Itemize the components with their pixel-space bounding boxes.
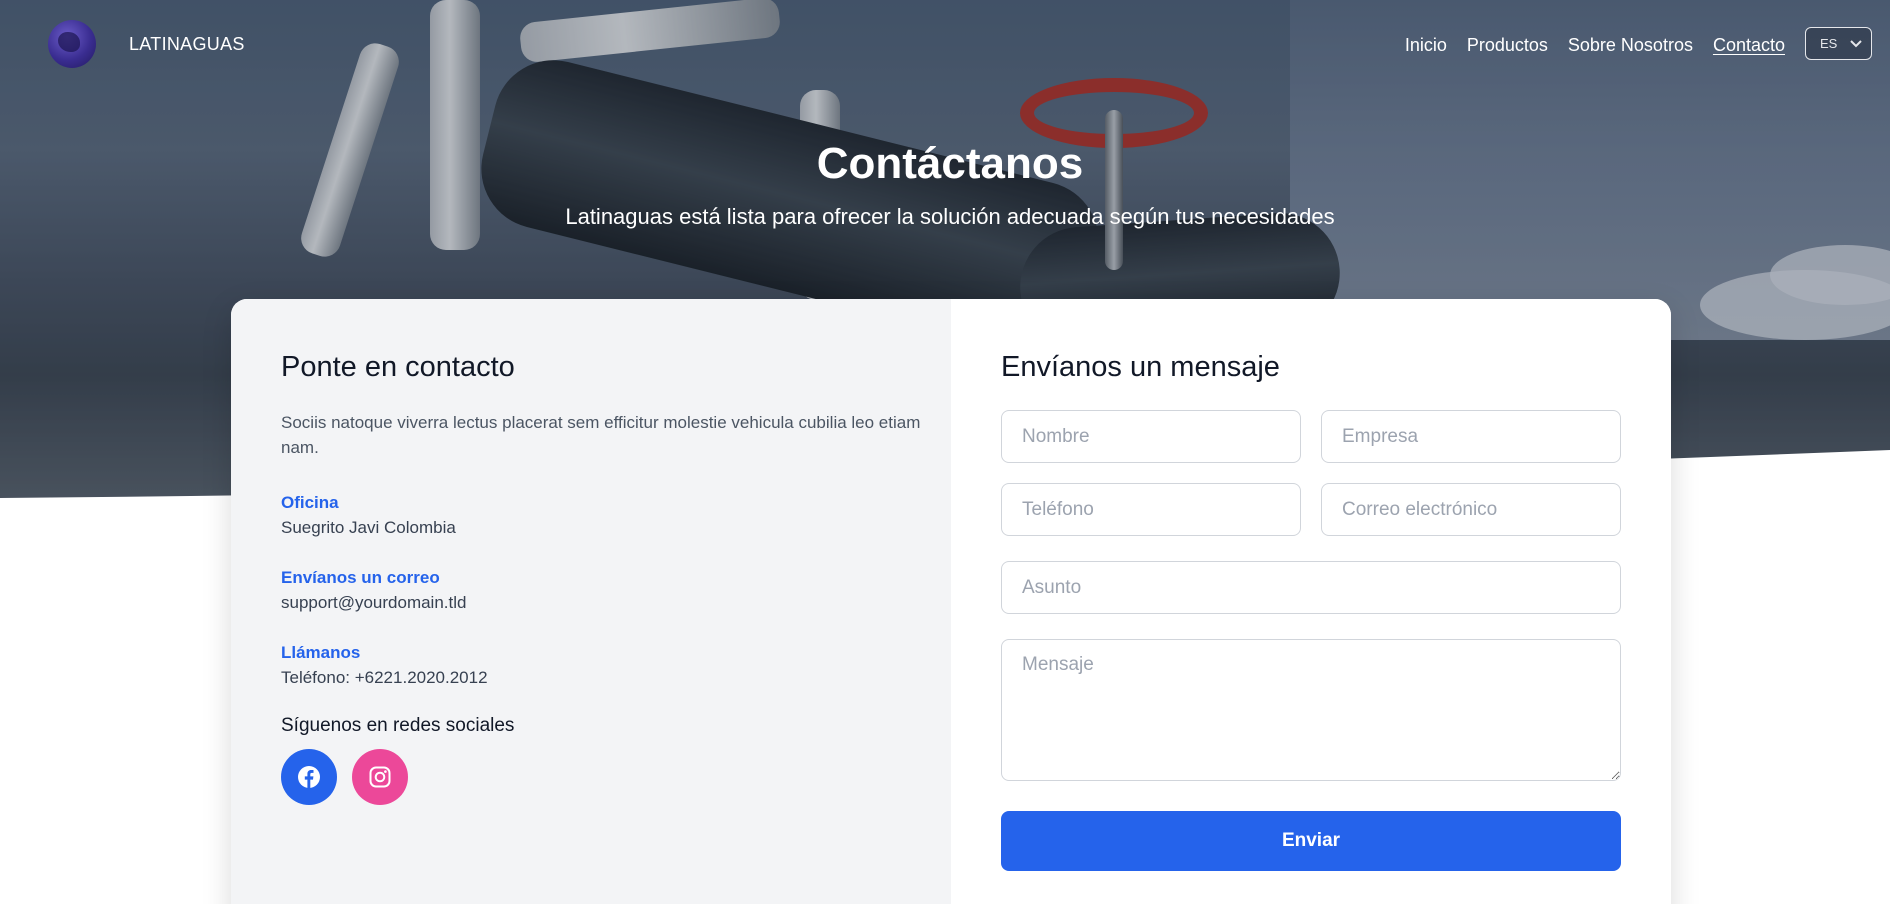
- contact-form-panel: Envíanos un mensaje Enviar: [951, 299, 1671, 904]
- email-input[interactable]: [1321, 483, 1621, 536]
- nav-link-inicio[interactable]: Inicio: [1405, 35, 1447, 56]
- phone-label: Llámanos: [281, 643, 361, 662]
- contact-card: Ponte en contacto Sociis natoque viverra…: [231, 299, 1671, 904]
- nav-link-sobre-nosotros[interactable]: Sobre Nosotros: [1568, 35, 1693, 56]
- page-title: Contáctanos: [816, 139, 1084, 188]
- nav-link-productos[interactable]: Productos: [1467, 35, 1548, 56]
- instagram-button[interactable]: [352, 749, 408, 805]
- nav-link-contacto[interactable]: Contacto: [1713, 35, 1785, 56]
- language-select[interactable]: ES: [1805, 27, 1872, 60]
- facebook-icon: [298, 766, 320, 788]
- email-value[interactable]: support@yourdomain.tld: [281, 590, 901, 615]
- contact-info-intro: Sociis natoque viverra lectus placerat s…: [281, 413, 921, 457]
- phone-value[interactable]: Teléfono: +6221.2020.2012: [281, 665, 901, 690]
- office-label: Oficina: [281, 493, 339, 512]
- send-button[interactable]: Enviar: [1001, 811, 1621, 871]
- chevron-down-icon: [1850, 40, 1862, 48]
- form-title: Envíanos un mensaje: [1001, 351, 1280, 383]
- phone-input[interactable]: [1001, 483, 1301, 536]
- nav-links: Inicio Productos Sobre Nosotros Contacto: [1405, 35, 1785, 56]
- form-row: [1001, 410, 1621, 463]
- social-links: [281, 749, 901, 805]
- language-select-value: ES: [1820, 36, 1838, 51]
- email-label: Envíanos un correo: [281, 568, 440, 587]
- page-subtitle: Latinaguas está lista para ofrecer la so…: [565, 204, 1335, 229]
- form-row: [1001, 483, 1621, 536]
- contact-info-panel: Ponte en contacto Sociis natoque viverra…: [231, 299, 951, 904]
- brand-name[interactable]: LATINAGUAS: [129, 34, 245, 55]
- top-navbar: LATINAGUAS Inicio Productos Sobre Nosotr…: [0, 0, 1890, 92]
- contact-info-title: Ponte en contacto: [281, 351, 515, 383]
- message-textarea[interactable]: [1001, 639, 1621, 781]
- subject-input[interactable]: [1001, 561, 1621, 614]
- instagram-icon: [369, 766, 391, 788]
- name-input[interactable]: [1001, 410, 1301, 463]
- office-value: Suegrito Javi Colombia: [281, 518, 456, 537]
- social-title: Síguenos en redes sociales: [281, 715, 515, 736]
- globe-logo-icon[interactable]: [48, 20, 96, 68]
- facebook-button[interactable]: [281, 749, 337, 805]
- company-input[interactable]: [1321, 410, 1621, 463]
